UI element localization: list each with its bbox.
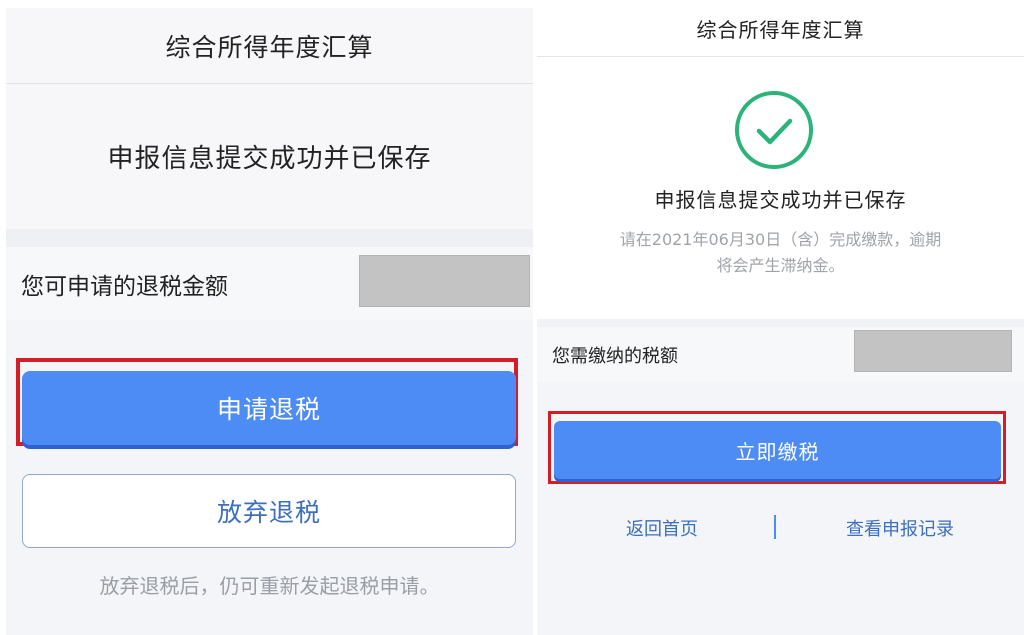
tax-amount-row: 您需缴纳的税额	[537, 327, 1024, 382]
status-message: 申报信息提交成功并已保存	[654, 187, 907, 212]
success-area: 申报信息提交成功并已保存 请在2021年06月30日（含）完成缴款，逾期 将会产…	[537, 57, 1024, 319]
payment-panel: 综合所得年度汇算 申报信息提交成功并已保存 请在2021年06月30日（含）完成…	[537, 0, 1024, 635]
tax-amount-label: 您需缴纳的税额	[552, 345, 678, 367]
back-home-link[interactable]: 返回首页	[592, 513, 732, 543]
screenshot-page: 综合所得年度汇算 申报信息提交成功并已保存 您可申请的退税金额 申请退税 放弃退…	[0, 0, 1024, 635]
section-gap	[537, 319, 1024, 327]
pay-now-button[interactable]: 立即缴税	[554, 421, 1001, 479]
abandon-note: 放弃退税后，仍可重新发起退税申请。	[99, 573, 440, 598]
notice-line: 将会产生滞纳金。	[716, 256, 845, 275]
link-divider	[774, 515, 776, 539]
check-circle-icon	[735, 91, 813, 169]
refund-amount-row: 您可申请的退税金额	[6, 247, 533, 320]
page-title: 综合所得年度汇算	[537, 0, 1024, 57]
apply-refund-button[interactable]: 申请退税	[22, 371, 516, 445]
notice-line: 请在2021年06月30日（含）完成缴款，逾期	[619, 230, 942, 249]
section-gap	[6, 229, 533, 247]
view-records-link[interactable]: 查看申报记录	[815, 513, 985, 543]
payment-deadline-notice: 请在2021年06月30日（含）完成缴款，逾期 将会产生滞纳金。	[567, 227, 994, 279]
abandon-refund-button[interactable]: 放弃退税	[22, 474, 516, 548]
refund-amount-label: 您可申请的退税金额	[21, 273, 228, 300]
refund-amount-redacted	[359, 255, 530, 307]
tax-amount-redacted	[854, 330, 1012, 372]
refund-panel: 综合所得年度汇算 申报信息提交成功并已保存 您可申请的退税金额 申请退税 放弃退…	[0, 0, 535, 635]
page-title: 综合所得年度汇算	[6, 8, 533, 84]
status-message: 申报信息提交成功并已保存	[6, 84, 533, 229]
